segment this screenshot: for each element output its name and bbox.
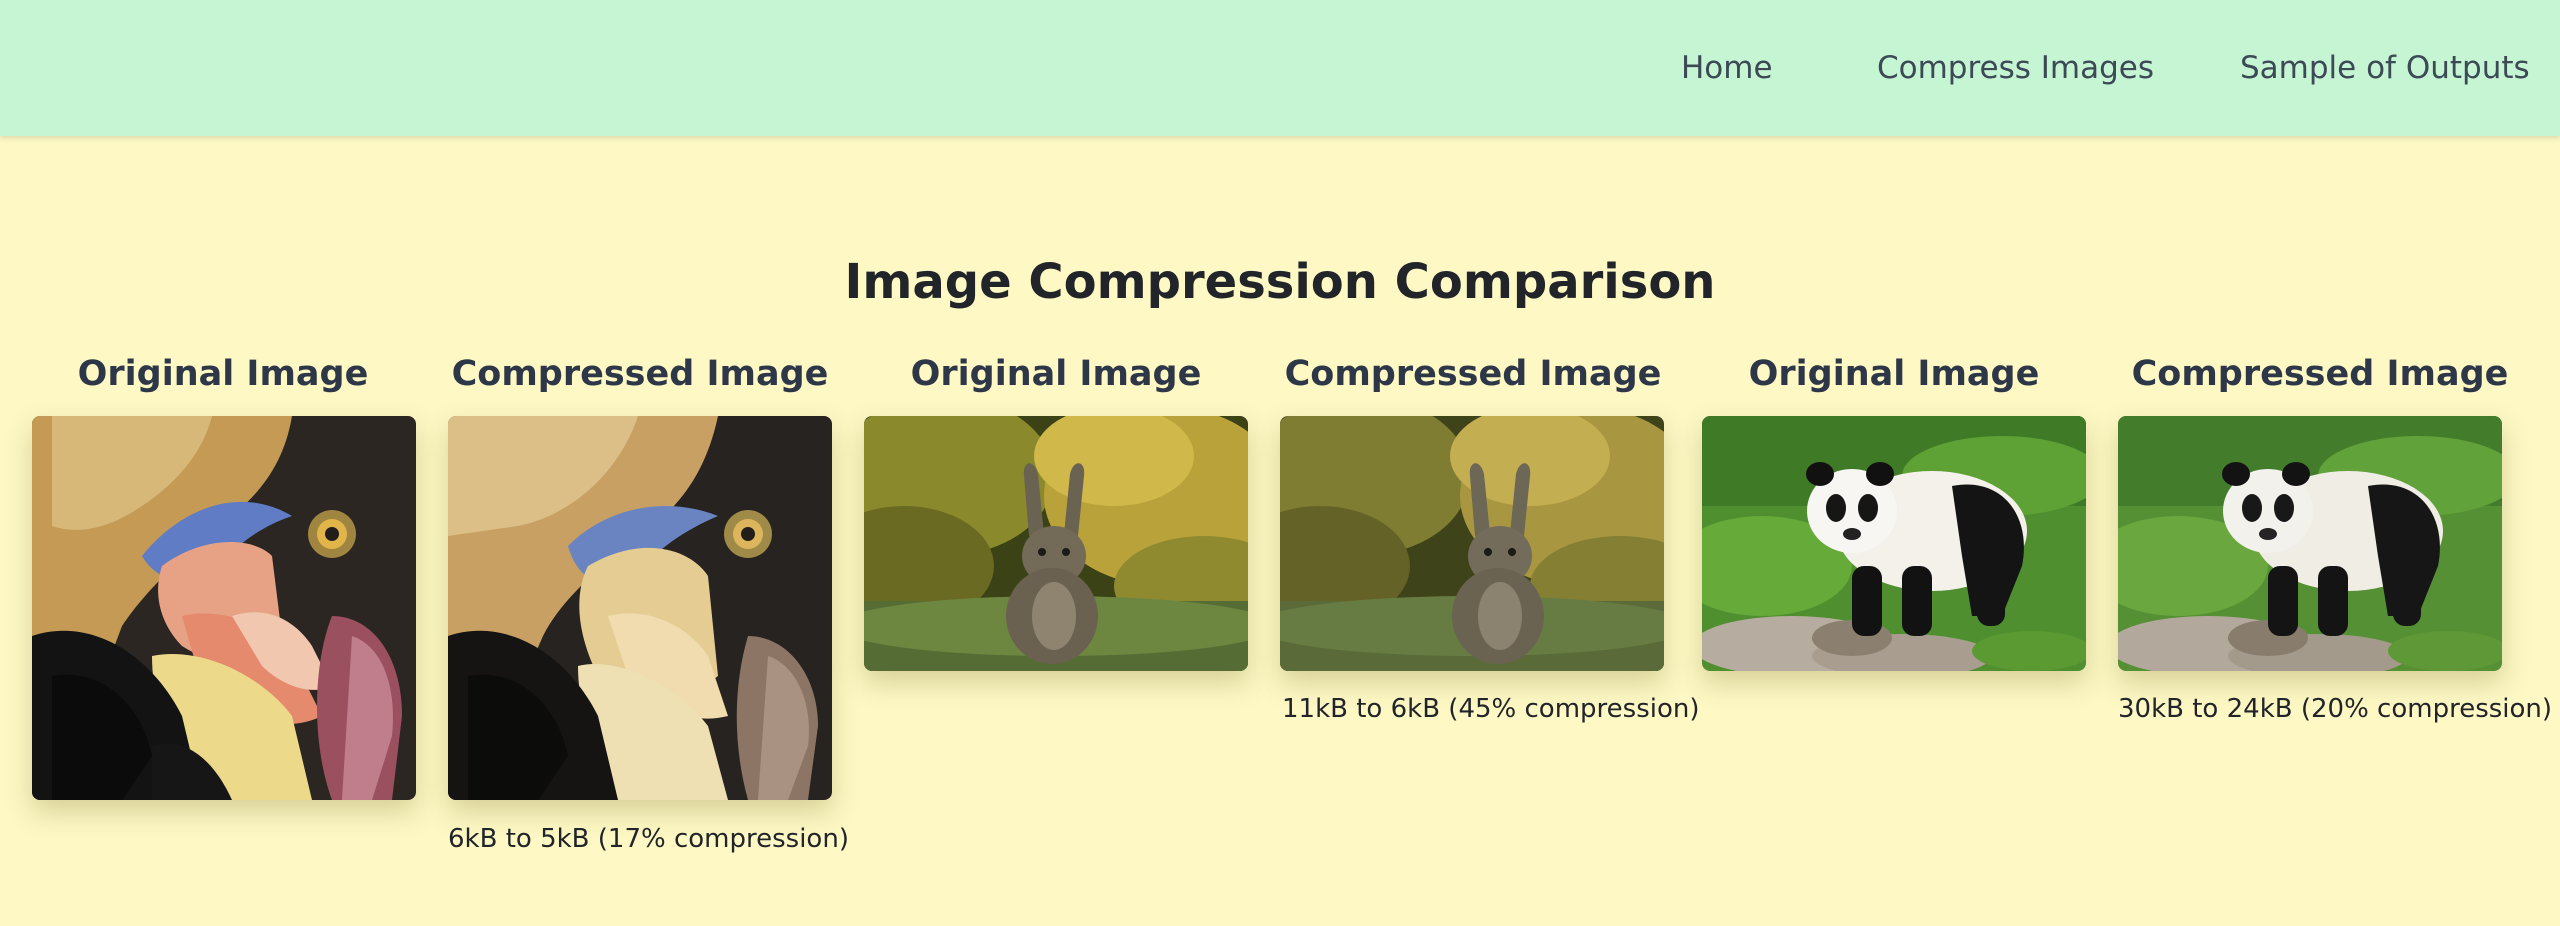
- original-panda-image: [1702, 416, 2086, 671]
- compression-stats-caption: 11kB to 6kB (45% compression): [1282, 694, 1700, 724]
- compressed-image-heading: Compressed Image: [2131, 354, 2509, 394]
- compressed-bird-image: [448, 416, 832, 800]
- compressed-rabbit-image: [1280, 416, 1664, 671]
- compressed-panda-image: [2118, 416, 2502, 671]
- compressed-image-heading: Compressed Image: [1284, 354, 1662, 394]
- compression-stats-caption: 30kB to 24kB (20% compression): [2118, 694, 2553, 724]
- compressed-image-heading: Compressed Image: [451, 354, 829, 394]
- original-image-heading: Original Image: [1748, 354, 2040, 394]
- original-bird-image: [32, 416, 416, 800]
- compression-stats-caption: 6kB to 5kB (17% compression): [448, 824, 849, 854]
- nav-sample-outputs-link[interactable]: Sample of Outputs: [2240, 48, 2530, 88]
- original-image-heading: Original Image: [910, 354, 1202, 394]
- navbar: Home Compress Images Sample of Outputs: [0, 0, 2560, 136]
- original-rabbit-image: [864, 416, 1248, 671]
- nav-compress-images-link[interactable]: Compress Images: [1877, 48, 2154, 88]
- original-image-heading: Original Image: [77, 354, 369, 394]
- nav-home-link[interactable]: Home: [1681, 48, 1773, 88]
- page-title: Image Compression Comparison: [844, 254, 1716, 310]
